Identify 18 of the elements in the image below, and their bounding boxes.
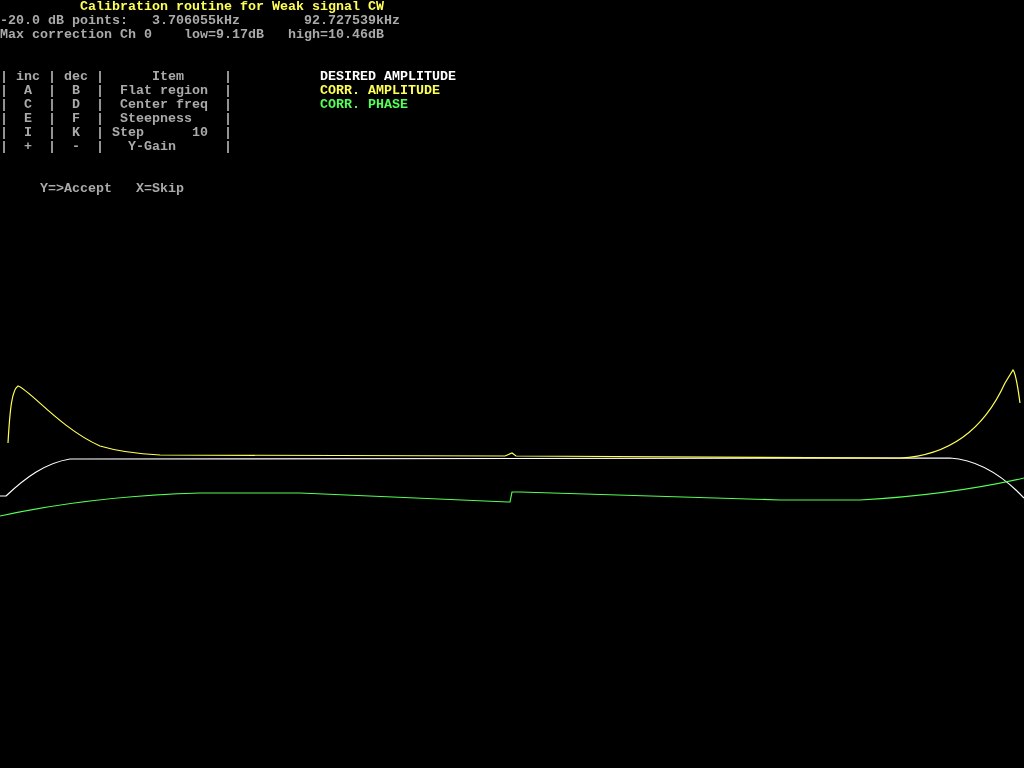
points-label: -20.0 dB points: — [0, 14, 128, 28]
table-row-text: | + | - | Y-Gain | — [0, 140, 233, 154]
correction-label: Max correction Ch 0 — [0, 28, 152, 42]
legend-label: CORR. AMPLITUDE — [320, 84, 440, 98]
low-frequency-value: 3.706055kHz — [152, 14, 240, 28]
legend-label: DESIRED AMPLITUDE — [320, 70, 456, 84]
legend-label: CORR. PHASE — [320, 98, 408, 112]
low-correction-value: low=9.17dB — [183, 28, 264, 42]
table-row-text: | I | K | Step 10 | — [0, 126, 233, 140]
high-correction-value: high=10.46dB — [287, 28, 384, 42]
high-frequency-value: 92.727539kHz — [303, 14, 400, 28]
table-row-text: | C | D | Center freq | — [0, 98, 233, 112]
skip-hint: X=Skip — [136, 182, 184, 196]
accept-hint: Y=>Accept — [40, 182, 112, 196]
screen-title: Calibration routine for Weak signal CW — [80, 0, 384, 14]
table-header: | inc | dec | Item | — [0, 70, 233, 84]
table-row-text: | E | F | Steepness | — [0, 112, 233, 126]
table-row-text: | A | B | Flat region | — [0, 84, 233, 98]
